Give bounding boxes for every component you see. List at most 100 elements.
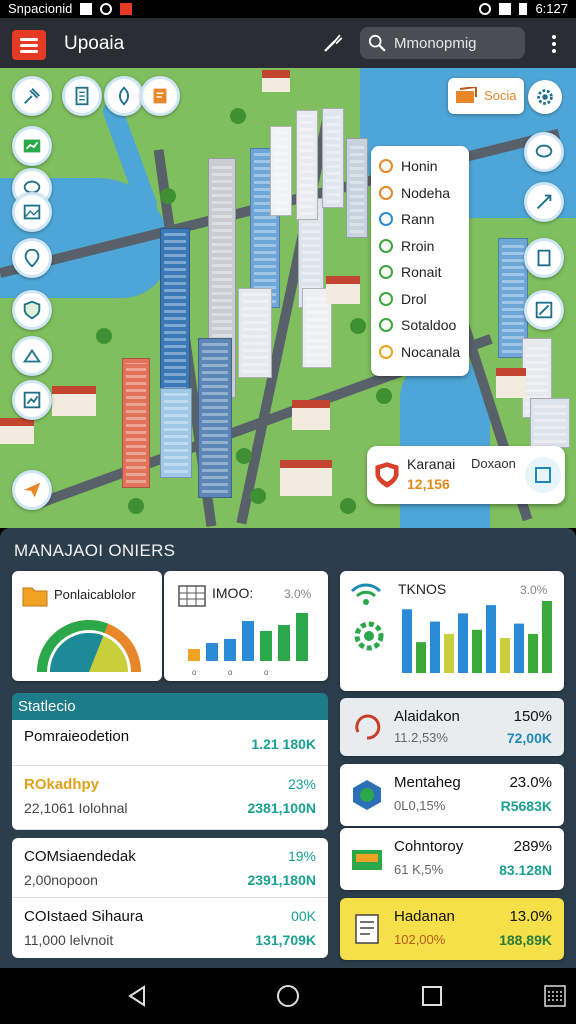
map-tool-pin[interactable] (104, 76, 144, 116)
bar (472, 629, 482, 673)
notification-icon (80, 2, 93, 15)
bar (188, 649, 200, 661)
refresh-icon (355, 714, 381, 740)
metric-card-alaidakon[interactable]: Alaidakon 11.2,53% 150% 72,00K (340, 698, 564, 756)
dashboard-title: MANAJAOI ONIERS (14, 541, 176, 560)
search-input[interactable]: Mmonopmig (394, 35, 477, 52)
gear-green-icon (354, 621, 384, 651)
gauge-card[interactable]: Ponlaicablolor (12, 571, 162, 681)
table-row[interactable]: Pomraieodetion 1.21 180K (12, 720, 328, 766)
legend-dot-icon (379, 212, 393, 226)
overflow-menu-icon[interactable] (544, 33, 564, 55)
bar-tick: o (192, 668, 197, 677)
recents-icon[interactable] (418, 982, 446, 1010)
metric-sub: 61 K,5% (394, 862, 444, 877)
bars-card-large[interactable]: TKNOS 3.0% (340, 571, 564, 691)
note-icon (153, 88, 167, 104)
settings-button[interactable] (528, 80, 562, 114)
legend-dot-icon (379, 159, 393, 173)
info-card-action[interactable] (525, 457, 561, 493)
metric-card-cohntoroy[interactable]: Cohntoroy 61 K,5% 289% 83.128N (340, 828, 564, 890)
map-tool-send[interactable] (12, 470, 52, 510)
statistics-table-a: Pomraieodetion 1.21 180K ROkadhpy 22,106… (12, 720, 328, 830)
social-label: Socia (484, 88, 517, 103)
map-tool-expand[interactable] (524, 182, 564, 222)
map-tool-layers[interactable] (12, 336, 52, 376)
cash-register-icon (352, 850, 382, 870)
location-info-card[interactable]: Karanai Doxaon 12,156 (367, 446, 565, 504)
legend-item[interactable]: Sotaldoo (379, 315, 456, 335)
legend-label: Sotaldoo (401, 317, 457, 333)
stats-icon (23, 391, 41, 409)
wrench-icon[interactable] (322, 32, 344, 54)
legend-label: Honin (401, 158, 438, 174)
bar (242, 621, 254, 661)
image-icon (23, 204, 41, 220)
map-tool-document[interactable] (62, 76, 102, 116)
bar (260, 631, 272, 661)
metric-name: Alaidakon (394, 708, 460, 725)
map-tool-image[interactable] (12, 192, 52, 232)
metric-card-mentaheg[interactable]: Mentaheg 0L0,15% 23.0% R5683K (340, 764, 564, 826)
row-percent: 23% (287, 776, 316, 792)
app-bar: Upoaia Mmonopmig (0, 18, 576, 68)
map-tool-stats[interactable] (12, 380, 52, 420)
row-name: ROkadhpy (24, 776, 100, 793)
leaf-icon (118, 86, 130, 106)
social-icon (456, 87, 477, 103)
bars-card-small[interactable]: IMOO: 3.0% o o o (164, 571, 328, 681)
row-name: COIstaed Sihaura (24, 908, 144, 925)
gear-icon (537, 89, 553, 105)
row-value: 2381,100N (247, 800, 316, 816)
map-tool-satellite[interactable] (12, 76, 52, 116)
wifi-icon (479, 2, 492, 15)
map-tool-chart[interactable] (12, 126, 52, 166)
location-icon (24, 248, 40, 268)
row-percent: 00K (291, 908, 316, 924)
metric-percent: 150% (513, 708, 552, 725)
hexagon-icon (353, 780, 381, 810)
social-button[interactable]: Socia (448, 78, 524, 114)
metric-value: 83.128N (499, 862, 552, 878)
legend-item[interactable]: Honin (379, 156, 438, 176)
bar (542, 601, 552, 673)
table-row[interactable]: ROkadhpy 22,1061 Iolohnal 23% 2381,100N (12, 766, 328, 830)
legend-label: Nocanala (401, 343, 461, 360)
satellite-icon (24, 88, 40, 104)
bar (430, 621, 440, 673)
map-tool-note[interactable] (140, 76, 180, 116)
menu-button[interactable] (12, 30, 46, 60)
table-row[interactable]: COMsiaendedak 2,00nopoon 19% 2391,180N (12, 838, 328, 898)
table-row[interactable]: COIstaed Sihaura 11,000 lelvnoit 00K 131… (12, 898, 328, 958)
list-document-icon (355, 914, 379, 944)
search-field[interactable]: Mmonopmig (360, 27, 525, 59)
city-map[interactable]: Socia Honin Nodeha Rann Rroin Ronait Drol Sota… (0, 68, 576, 528)
legend-item[interactable]: Ronait (379, 262, 441, 282)
legend-label: Ronait (401, 264, 442, 280)
wifi-icon (350, 583, 382, 605)
metric-sub: 102,00% (394, 932, 446, 947)
paper-plane-icon (23, 482, 41, 498)
green-chart-icon (23, 139, 41, 153)
legend-item[interactable]: Nocanala (379, 342, 460, 362)
metric-value: R5683K (500, 798, 552, 814)
legend-item[interactable]: Rroin (379, 236, 434, 256)
battery-icon (519, 2, 528, 15)
map-tool-location[interactable] (12, 238, 52, 278)
map-tool-shield[interactable] (12, 290, 52, 330)
map-tool-building[interactable] (524, 238, 564, 278)
map-legend: Honin Nodeha Rann Rroin Ronait Drol Sotaldoo No… (371, 146, 469, 376)
legend-item[interactable]: Nodeha (379, 183, 450, 203)
legend-item[interactable]: Drol (379, 289, 427, 309)
table-icon (178, 585, 206, 607)
map-tool-chat[interactable] (524, 132, 564, 172)
back-icon[interactable] (124, 982, 152, 1010)
bars-small-title: IMOO: (212, 585, 254, 601)
map-tool-route[interactable] (524, 290, 564, 330)
home-icon[interactable] (274, 982, 302, 1010)
metric-value: 72,00K (506, 730, 552, 746)
info-card-title: Karanai (407, 456, 456, 472)
metric-card-hadanan[interactable]: Hadanan 102,00% 13.0% 188,89K (340, 898, 564, 960)
legend-item[interactable]: Rann (379, 209, 434, 229)
keyboard-icon[interactable] (544, 985, 566, 1007)
